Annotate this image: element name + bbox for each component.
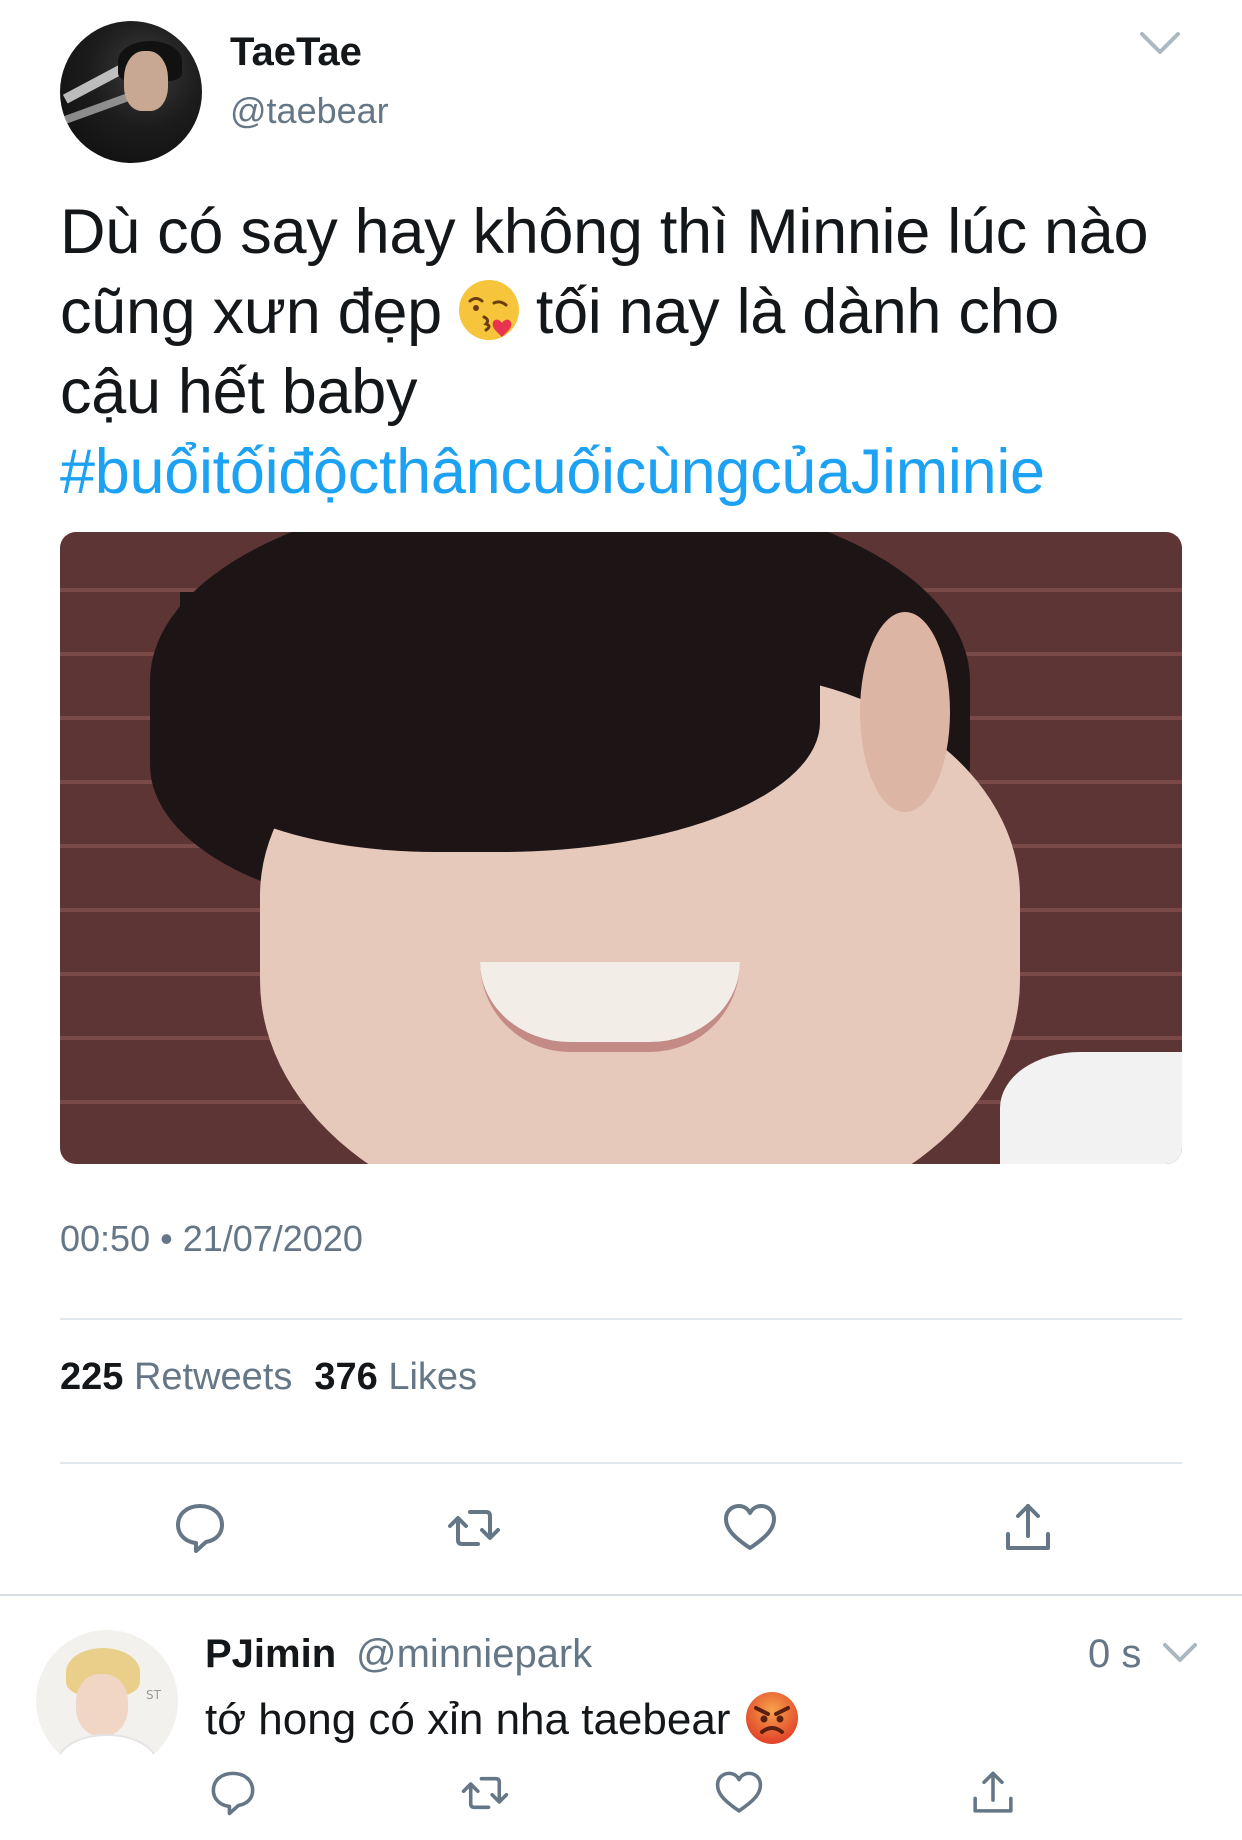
chevron-down-icon[interactable] <box>1160 1636 1200 1672</box>
share-icon[interactable] <box>1000 1500 1056 1556</box>
divider <box>60 1462 1182 1464</box>
retweets-count[interactable]: 225 <box>60 1356 123 1398</box>
tweet-body: Dù có say hay không thì Minnie lúc nào c… <box>60 192 1180 512</box>
reply-action-bar <box>0 1768 1242 1828</box>
face-blowing-a-kiss-icon <box>458 280 519 340</box>
author-avatar[interactable] <box>60 21 202 163</box>
like-icon[interactable] <box>714 1768 764 1818</box>
retweet-icon[interactable] <box>460 1768 510 1818</box>
tweet-text-segment: cũng xưn đẹp <box>60 277 442 347</box>
tweet-timestamp[interactable]: 00:50 • 21/07/2020 <box>60 1218 363 1260</box>
photo-detail <box>1000 1052 1182 1164</box>
divider <box>60 1318 1182 1320</box>
reply-time: 0 s <box>1088 1632 1142 1676</box>
author-handle[interactable]: @taebear <box>230 90 389 132</box>
author-display-name[interactable]: TaeTae <box>230 30 362 75</box>
reply-icon[interactable] <box>208 1768 258 1818</box>
reply-author-avatar[interactable]: ST <box>36 1630 178 1772</box>
share-icon[interactable] <box>968 1768 1018 1818</box>
avatar-logo-text: ST <box>146 1688 161 1702</box>
tweet-text-line: Dù có say hay không thì Minnie lúc nào <box>60 197 1149 267</box>
like-icon[interactable] <box>722 1500 778 1556</box>
angry-face-icon <box>746 1692 799 1744</box>
photo-detail <box>180 592 820 852</box>
likes-label[interactable]: Likes <box>388 1356 477 1398</box>
reply-author-handle[interactable]: @minniepark <box>356 1632 592 1677</box>
photo-detail <box>860 612 950 812</box>
retweet-icon[interactable] <box>446 1500 502 1556</box>
reply-body: tớ hong có xỉn nha taebear <box>205 1690 800 1746</box>
reply-text: tớ hong có xỉn nha taebear <box>205 1695 731 1744</box>
tweet-stats: 225 Retweets 376 Likes <box>60 1356 477 1399</box>
likes-count[interactable]: 376 <box>314 1356 377 1398</box>
tweet-text-segment: tối nay là dành cho <box>535 277 1060 347</box>
tweet-text-line: cậu hết baby <box>60 357 418 427</box>
reply-icon[interactable] <box>172 1500 228 1556</box>
reply-tweet[interactable]: ST PJimin @minniepark 0 s tớ hong có xỉn… <box>0 1596 1242 1840</box>
tweet-text-line: cũng xưn đẹp tối nay là dành cho <box>60 272 1180 352</box>
tweet-photo[interactable] <box>60 532 1182 1164</box>
main-tweet: TaeTae @taebear Dù có say hay không thì … <box>0 0 1242 1592</box>
reply-author-name[interactable]: PJimin <box>205 1632 336 1677</box>
chevron-down-icon[interactable] <box>1136 24 1184 64</box>
retweets-label[interactable]: Retweets <box>134 1356 292 1398</box>
avatar-detail <box>56 1734 158 1772</box>
avatar-detail <box>124 51 168 111</box>
hashtag-link[interactable]: #buổitốiđộcthâncuốicùngcủaJiminie <box>60 432 1180 512</box>
tweet-action-bar <box>0 1500 1242 1560</box>
avatar-detail <box>76 1674 128 1736</box>
